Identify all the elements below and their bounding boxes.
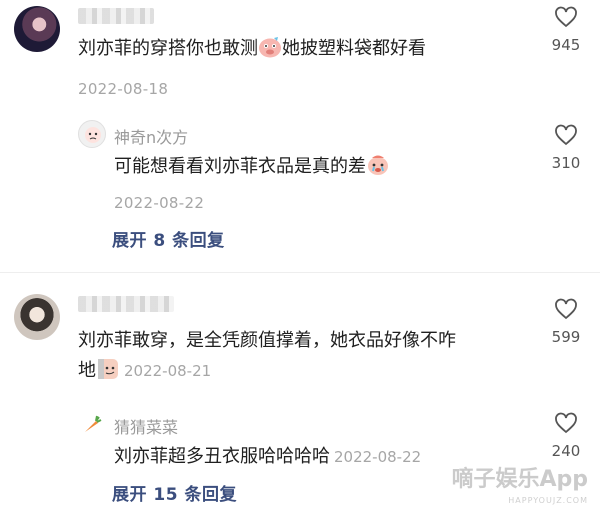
username-blurred[interactable] <box>78 296 174 312</box>
comment-text-part: 刘亦菲的穿搭你也敢测 <box>78 38 258 59</box>
reply-avatar[interactable] <box>78 120 106 148</box>
comment-text-part: 地 <box>78 360 96 381</box>
user-avatar[interactable] <box>14 6 60 52</box>
watermark-logo: 嘀子娱乐App <box>451 467 588 492</box>
reply-username[interactable]: 神奇n次方 <box>114 124 188 148</box>
reply-like-button[interactable]: 240 <box>541 412 591 460</box>
reply-text-part: 刘亦菲超多丑衣服哈哈哈哈 <box>114 446 330 467</box>
like-count: 945 <box>551 36 581 54</box>
comment-date: 2022-08-21 <box>124 362 212 380</box>
comment-text[interactable]: 刘亦菲的穿搭你也敢测 她披塑料袋都好看 <box>78 34 426 68</box>
like-count: 599 <box>551 328 581 346</box>
heart-icon <box>555 124 577 146</box>
reply-text-part: 可能想看看刘亦菲衣品是真的差 <box>114 156 366 177</box>
divider <box>0 272 600 273</box>
heart-icon <box>555 298 577 320</box>
like-button[interactable]: 599 <box>541 298 591 346</box>
like-count: 240 <box>551 442 581 460</box>
reply-text[interactable]: 可能想看看刘亦菲衣品是真的差 <box>114 152 390 186</box>
like-count: 310 <box>551 154 581 172</box>
reply-like-button[interactable]: 310 <box>541 124 591 172</box>
reply-username[interactable]: 猜猜菜菜 <box>114 414 178 438</box>
comment-text-part: 刘亦菲敢穿，是全凭颜值撑着，她衣品好像不咋 <box>78 330 456 351</box>
reply-date: 2022-08-22 <box>114 194 205 212</box>
expand-replies-link[interactable]: 展开 8 条回复 <box>112 226 225 251</box>
comment-text[interactable]: 刘亦菲敢穿，是全凭颜值撑着，她衣品好像不咋 地 2022-08-21 <box>78 326 534 390</box>
user-avatar[interactable] <box>14 294 60 340</box>
like-button[interactable]: 945 <box>541 6 591 54</box>
comment-text-part: 她披塑料袋都好看 <box>282 38 426 59</box>
watermark-subtext: HAPPYOUJZ.COM <box>508 496 588 505</box>
reply-date: 2022-08-22 <box>334 448 422 466</box>
carrot-icon <box>85 415 102 432</box>
reply-text[interactable]: 刘亦菲超多丑衣服哈哈哈哈 2022-08-22 <box>114 442 421 472</box>
comment-1: 刘亦菲的穿搭你也敢测 她披塑料袋都好看 2022-08-18 945 神奇n次方 … <box>0 0 600 270</box>
smirk-face-icon <box>96 358 120 390</box>
heart-icon <box>555 412 577 434</box>
crying-face-icon <box>366 154 390 186</box>
reply-avatar[interactable] <box>80 412 104 436</box>
expand-replies-link[interactable]: 展开 15 条回复 <box>112 480 237 505</box>
pig-face-icon <box>258 36 282 68</box>
comment-date: 2022-08-18 <box>78 80 169 98</box>
heart-icon <box>555 6 577 28</box>
username-blurred[interactable] <box>78 8 154 24</box>
